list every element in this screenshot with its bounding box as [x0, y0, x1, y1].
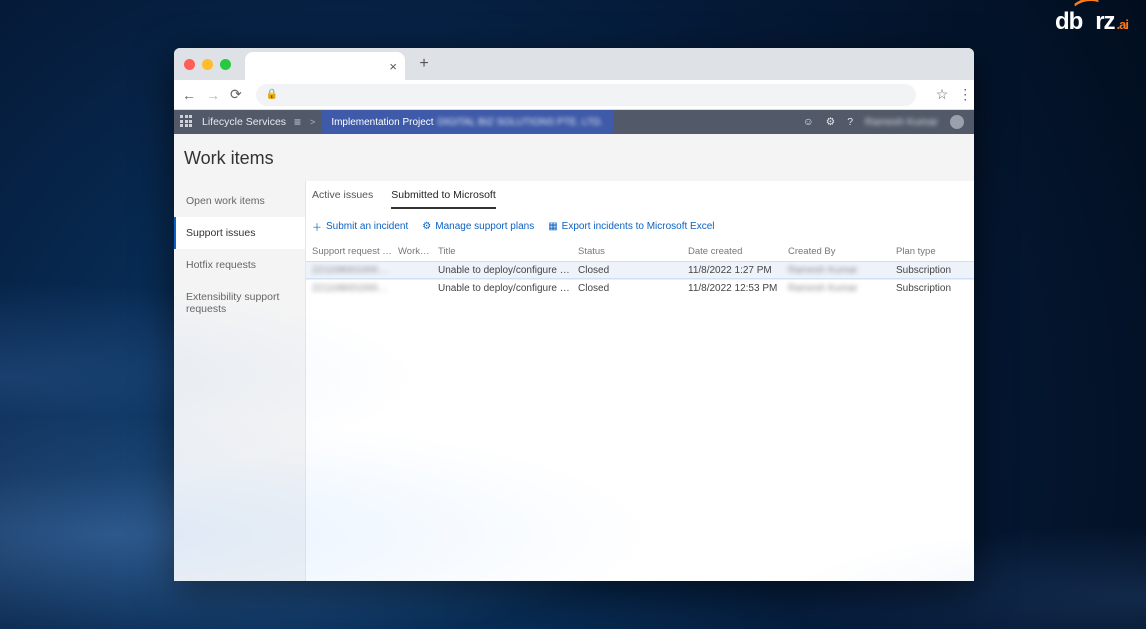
left-nav: Open work items Support issues Hotfix re…: [174, 181, 305, 581]
browser-tabstrip: × +: [174, 48, 974, 80]
cell-createdby: Ramesh Kumar: [788, 283, 896, 294]
tab-submitted-to-microsoft[interactable]: Submitted to Microsoft: [391, 189, 495, 209]
back-button[interactable]: ←: [182, 87, 196, 103]
cell-srn: 2211080010000859: [312, 283, 398, 294]
reload-button[interactable]: ⟳: [230, 87, 242, 103]
service-name[interactable]: Lifecycle Services: [202, 116, 286, 128]
grid-header: Support request number Work Item Title S…: [306, 242, 974, 261]
col-srn[interactable]: Support request number: [312, 246, 398, 257]
cell-srn: 2211080010000670: [312, 265, 398, 276]
col-workitem[interactable]: Work Item: [398, 246, 438, 257]
browser-window: × + ← → ⟳ 🔒 ☆ ⋮ Lifecycle Services ≡ > I…: [174, 48, 974, 581]
minimize-window-button[interactable]: [202, 59, 213, 70]
col-status[interactable]: Status: [578, 246, 688, 257]
bookmark-button[interactable]: ☆: [936, 86, 949, 103]
username-label: Ramesh Kumar: [865, 116, 938, 128]
main-panel: Active issues Submitted to Microsoft ＋Su…: [305, 181, 974, 581]
maximize-window-button[interactable]: [220, 59, 231, 70]
breadcrumb-chevron-icon: >: [310, 117, 315, 127]
manage-support-plans-button[interactable]: ⚙Manage support plans: [422, 219, 534, 234]
new-tab-button[interactable]: +: [413, 53, 435, 75]
excel-icon: ▦: [548, 221, 557, 232]
help-icon[interactable]: ?: [847, 116, 853, 128]
cell-date: 11/8/2022 1:27 PM: [688, 265, 788, 276]
app-launcher-icon[interactable]: [180, 115, 194, 129]
export-to-excel-button[interactable]: ▦Export incidents to Microsoft Excel: [548, 219, 714, 234]
browser-menu-button[interactable]: ⋮: [958, 86, 972, 103]
cell-createdby: Ramesh Kumar: [788, 265, 896, 276]
project-label: Implementation Project: [331, 117, 433, 128]
leftnav-item-support-issues[interactable]: Support issues: [174, 217, 305, 249]
gear-icon: ⚙: [422, 221, 431, 232]
cell-status: Closed: [578, 265, 688, 276]
settings-icon[interactable]: ⚙: [826, 116, 835, 128]
window-controls: [184, 59, 231, 70]
leftnav-item-hotfix-requests[interactable]: Hotfix requests: [174, 249, 305, 281]
project-name: DIGITAL BIZ SOLUTIONS PTE. LTD.: [438, 117, 603, 128]
plus-icon: ＋: [312, 219, 322, 234]
cell-date: 11/8/2022 12:53 PM: [688, 283, 788, 294]
col-createdby[interactable]: Created By: [788, 246, 896, 257]
leftnav-item-open-work-items[interactable]: Open work items: [174, 185, 305, 217]
action-bar: ＋Submit an incident ⚙Manage support plan…: [306, 209, 974, 242]
col-plantype[interactable]: Plan type: [896, 246, 968, 257]
content-tabs: Active issues Submitted to Microsoft: [306, 181, 974, 209]
app-header: Lifecycle Services ≡ > Implementation Pr…: [174, 110, 974, 134]
hamburger-icon[interactable]: ≡: [294, 115, 302, 129]
forward-button[interactable]: →: [206, 87, 220, 103]
browser-toolbar: ← → ⟳ 🔒 ☆ ⋮: [174, 80, 974, 110]
grid-row[interactable]: 2211080010000670 Unable to deploy/config…: [306, 261, 974, 279]
tab-active-issues[interactable]: Active issues: [312, 189, 373, 209]
grid-row[interactable]: 2211080010000859 Unable to deploy/config…: [306, 279, 974, 297]
browser-tab[interactable]: ×: [245, 52, 405, 80]
cell-plantype: Subscription: [896, 265, 968, 276]
cell-title: Unable to deploy/configure D365 Fino…: [438, 283, 578, 294]
close-window-button[interactable]: [184, 59, 195, 70]
close-tab-icon[interactable]: ×: [389, 59, 397, 74]
submit-incident-button[interactable]: ＋Submit an incident: [312, 219, 408, 234]
col-title[interactable]: Title: [438, 246, 578, 257]
page-content: Work items Open work items Support issue…: [174, 134, 974, 581]
page-title: Work items: [174, 134, 974, 181]
cell-title: Unable to deploy/configure D365 Fino…: [438, 265, 578, 276]
incidents-grid: Support request number Work Item Title S…: [306, 242, 974, 297]
project-chip[interactable]: Implementation Project DIGITAL BIZ SOLUT…: [321, 110, 613, 134]
cell-status: Closed: [578, 283, 688, 294]
feedback-icon[interactable]: ☺: [803, 116, 814, 128]
cell-plantype: Subscription: [896, 283, 968, 294]
col-date[interactable]: Date created: [688, 246, 788, 257]
leftnav-item-extensibility[interactable]: Extensibility support requests: [174, 281, 305, 325]
avatar[interactable]: [950, 115, 964, 129]
lock-icon: 🔒: [266, 89, 278, 100]
brand-logo: db⁀rz.ai: [1055, 8, 1128, 36]
address-bar[interactable]: 🔒: [256, 84, 916, 106]
